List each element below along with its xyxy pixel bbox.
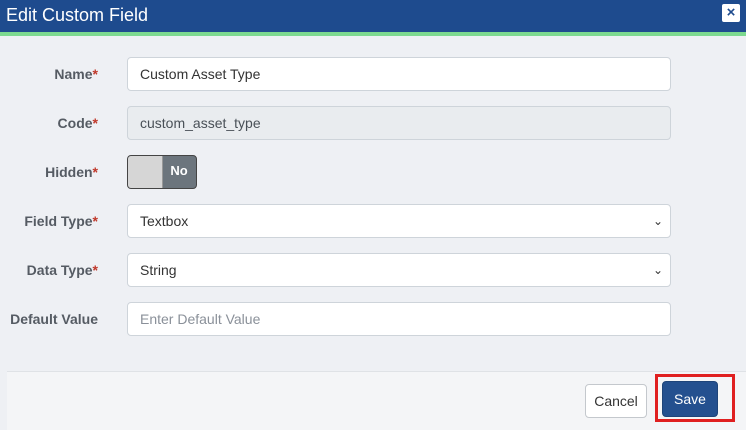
field-type-value: Textbox <box>140 213 189 229</box>
cancel-button[interactable]: Cancel <box>585 384 647 418</box>
hidden-toggle[interactable]: No <box>127 155 197 189</box>
code-input: custom_asset_type <box>127 106 671 140</box>
name-label: Name* <box>54 66 98 82</box>
required-marker: * <box>92 213 98 229</box>
required-marker: * <box>92 262 98 278</box>
code-row: Code* custom_asset_type <box>0 106 746 140</box>
chevron-down-icon: ⌄ <box>652 263 664 277</box>
dialog-header: Edit Custom Field × <box>0 0 746 36</box>
data-type-row: Data Type* String ⌄ <box>0 253 746 287</box>
toggle-knob <box>128 156 163 188</box>
hidden-row: Hidden* No <box>0 155 746 189</box>
dialog-footer: Cancel Save <box>7 371 746 430</box>
save-button[interactable]: Save <box>662 381 718 417</box>
data-type-select[interactable]: String ⌄ <box>127 253 671 287</box>
dialog-title: Edit Custom Field <box>6 5 149 25</box>
required-marker: * <box>92 66 98 82</box>
data-type-label: Data Type* <box>26 262 98 278</box>
name-row: Name* Custom Asset Type <box>0 57 746 91</box>
dialog-body: Name* Custom Asset Type Code* custom_ass… <box>0 36 746 371</box>
required-marker: * <box>92 115 98 131</box>
hidden-label: Hidden* <box>45 164 98 180</box>
close-icon: × <box>726 4 736 21</box>
field-type-row: Field Type* Textbox ⌄ <box>0 204 746 238</box>
data-type-value: String <box>140 262 177 278</box>
field-type-label: Field Type* <box>24 213 98 229</box>
default-value-row: Default Value Enter Default Value <box>0 302 746 336</box>
toggle-state-text: No <box>170 163 188 178</box>
chevron-down-icon: ⌄ <box>652 214 664 228</box>
required-marker: * <box>92 164 98 180</box>
default-value-label: Default Value <box>10 311 98 327</box>
field-type-select[interactable]: Textbox ⌄ <box>127 204 671 238</box>
close-button[interactable]: × <box>722 4 740 22</box>
name-input[interactable]: Custom Asset Type <box>127 57 671 91</box>
default-value-input[interactable]: Enter Default Value <box>127 302 671 336</box>
code-label: Code* <box>57 115 98 131</box>
